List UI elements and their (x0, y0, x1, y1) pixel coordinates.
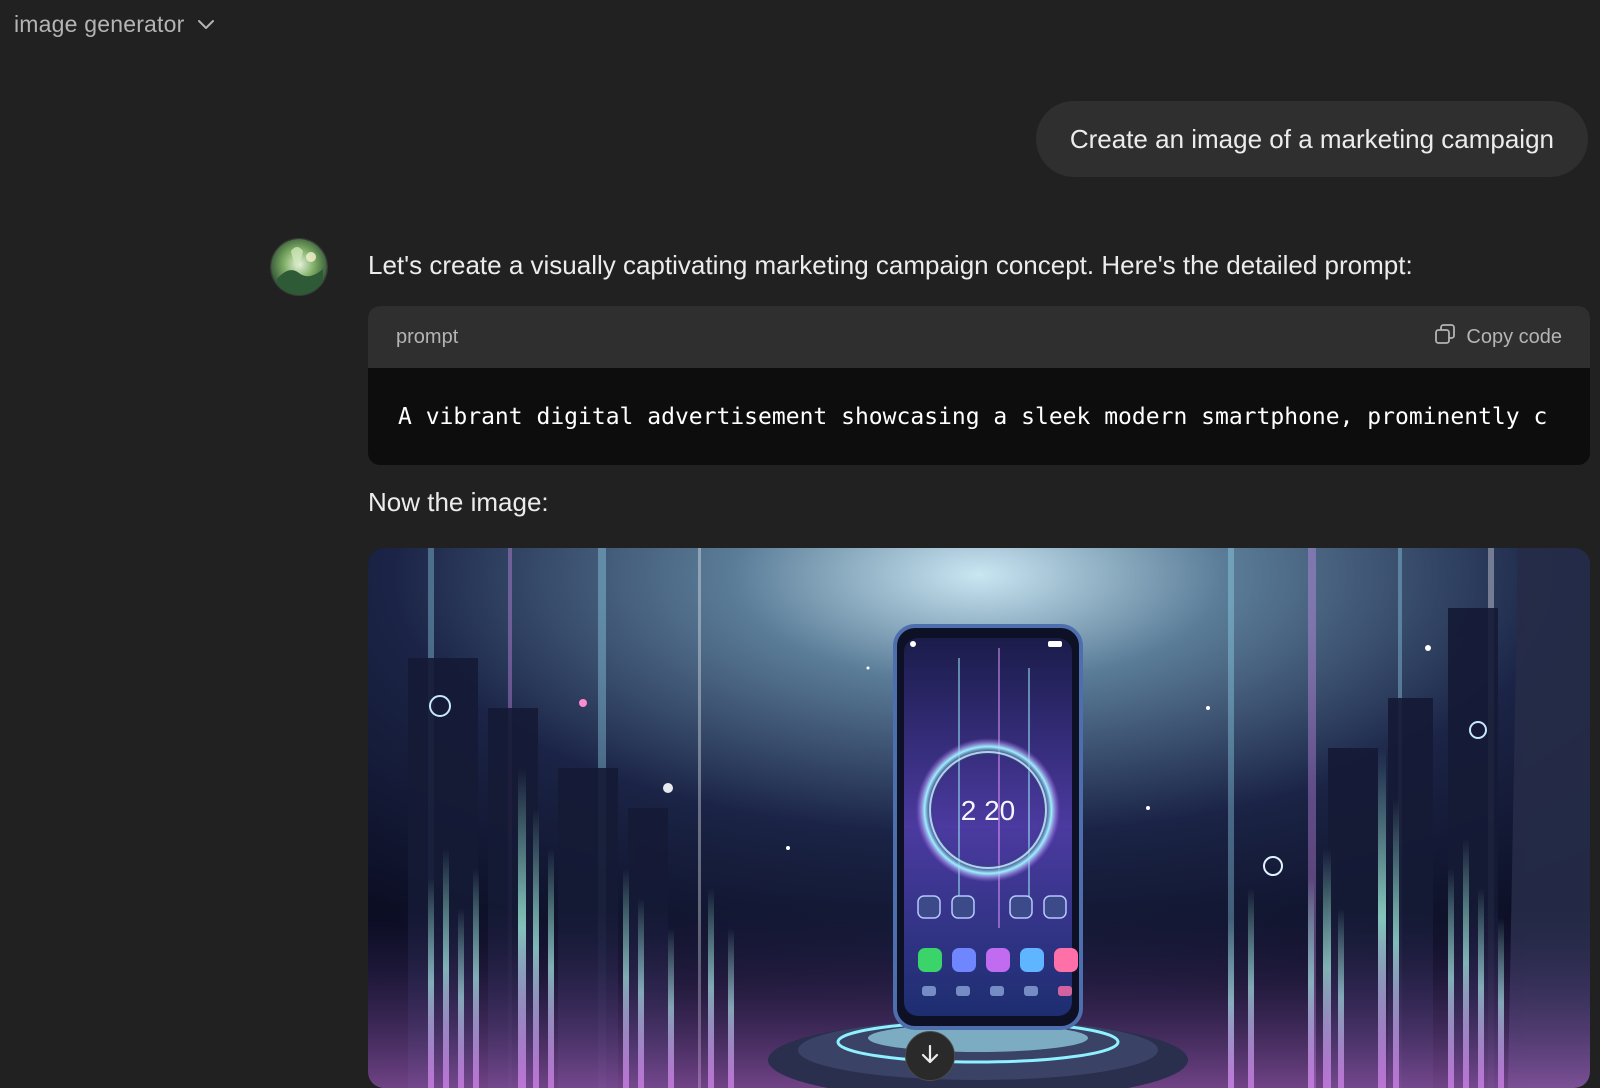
user-message-bubble: Create an image of a marketing campaign (1035, 101, 1588, 177)
code-block: prompt Copy code A vibrant digital adver… (368, 306, 1590, 465)
generated-image[interactable]: 2 20 (368, 548, 1590, 1088)
arrow-down-icon (917, 1042, 943, 1073)
code-text: A vibrant digital advertisement showcasi… (398, 403, 1548, 430)
scroll-down-button[interactable] (905, 1031, 955, 1081)
chevron-down-icon (195, 13, 217, 35)
user-message-text: Create an image of a marketing campaign (1069, 123, 1554, 154)
model-selector-label: image generator (14, 10, 185, 37)
code-language-label: prompt (396, 325, 459, 348)
image-intro-text: Now the image: (368, 487, 549, 517)
copy-icon (1434, 323, 1456, 351)
assistant-intro-text: Let's create a visually captivating mark… (368, 250, 1413, 280)
copy-code-label: Copy code (1466, 325, 1562, 348)
assistant-avatar (270, 238, 328, 296)
code-block-header: prompt Copy code (368, 306, 1590, 368)
copy-code-button[interactable]: Copy code (1434, 323, 1562, 351)
phone-clock: 2 20 (961, 795, 1016, 826)
model-selector[interactable]: image generator (14, 8, 217, 40)
